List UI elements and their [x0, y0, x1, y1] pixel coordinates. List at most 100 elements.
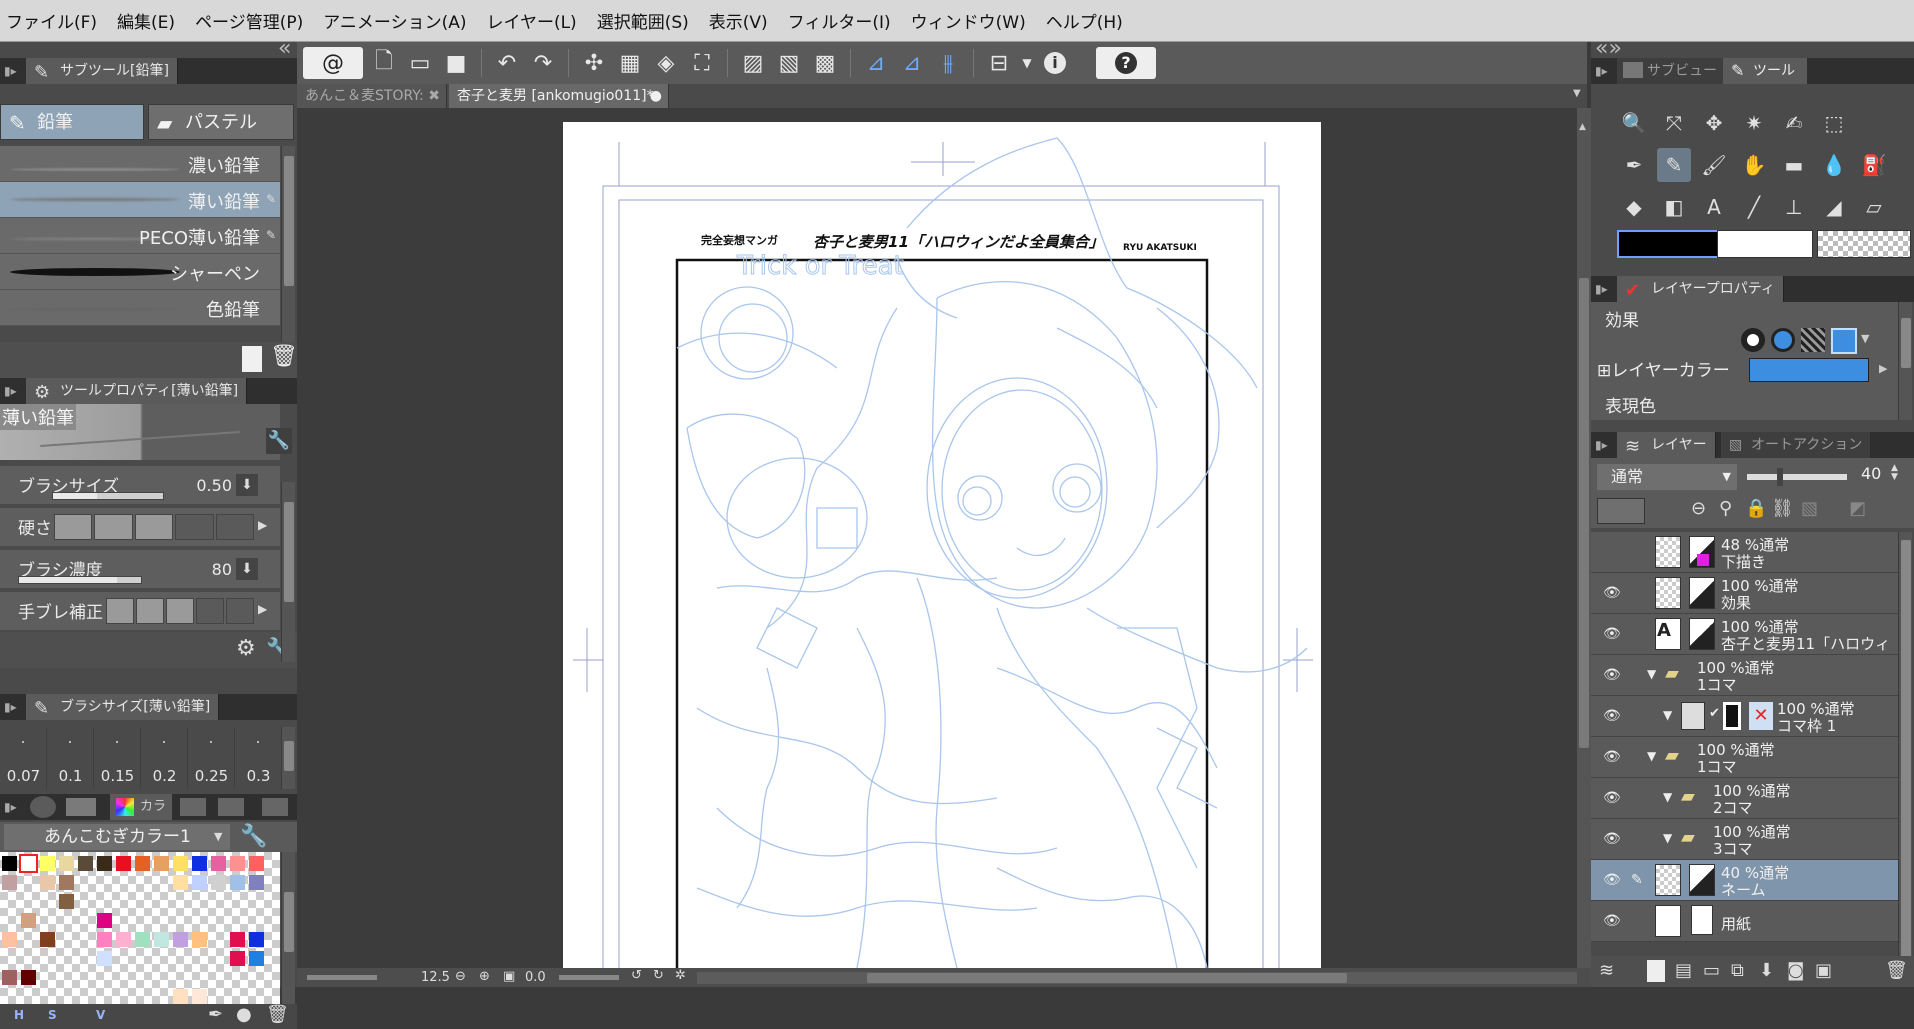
color-swatch[interactable] — [249, 932, 264, 947]
subtool-tab-pencil[interactable]: ✎ 鉛筆 — [0, 104, 144, 140]
tool-property-tab[interactable]: ⚙ ツールプロパティ[薄い鉛筆] — [26, 378, 248, 404]
color-swatch[interactable] — [230, 875, 245, 890]
figure-tool-icon[interactable]: ╱ — [1737, 190, 1771, 224]
arrow-right-icon[interactable]: ▶ — [258, 602, 267, 616]
color-swatch[interactable] — [2, 932, 17, 947]
color-swatch[interactable] — [21, 970, 36, 985]
reference-icon[interactable]: ⚲ — [1719, 498, 1732, 519]
new-vector-layer-icon[interactable]: ▤ — [1675, 960, 1692, 981]
layer-row[interactable]: 👁 ▼ ▰ 100 %通常 1コマ — [1591, 737, 1898, 778]
brush-item[interactable]: シャーペン — [0, 254, 280, 290]
snap-grid-icon[interactable]: ⫵ — [933, 48, 963, 78]
document-tab-story[interactable]: あんこ＆麦STORY: ✖ — [297, 84, 447, 108]
subtool-panel-tab[interactable]: ✎ サブツール[鉛筆] — [26, 58, 178, 84]
color-swatch[interactable] — [211, 856, 226, 871]
color-swatch[interactable] — [135, 856, 150, 871]
brush-size-slider[interactable] — [52, 492, 164, 500]
transform-icon[interactable]: ⛶ — [687, 48, 717, 78]
layer-menu-icon[interactable]: ≋ — [1599, 960, 1614, 981]
eyedropper-tool-icon[interactable]: ✍ — [1777, 106, 1811, 140]
correct-line-tool-icon[interactable]: ◢ — [1817, 190, 1851, 224]
color-swatch[interactable] — [21, 913, 36, 928]
color-wheel-tab-icon[interactable] — [30, 796, 56, 818]
color-set-name[interactable]: あんこむぎカラー1 — [4, 824, 230, 850]
color-swatch[interactable] — [40, 932, 55, 947]
expand-arrow-icon[interactable]: ▼ — [1647, 749, 1656, 763]
layer-color-label[interactable]: ⊞レイヤーカラー — [1597, 356, 1730, 381]
menu-item[interactable]: ページ管理(P) — [195, 8, 303, 33]
eye-icon[interactable]: 👁 — [1603, 749, 1621, 765]
move-tool-icon[interactable]: ✥ — [1697, 106, 1731, 140]
deselect-icon[interactable]: ▨ — [738, 48, 768, 78]
pen-tool-icon[interactable]: ✒ — [1617, 148, 1651, 182]
color-swatch[interactable] — [173, 989, 188, 1004]
opacity-value[interactable]: 40 — [1861, 464, 1881, 483]
new-subtool-icon[interactable] — [242, 346, 262, 372]
help-button[interactable]: ? — [1096, 47, 1156, 79]
brush-size-preset[interactable]: 0.2 — [141, 727, 188, 789]
color-history-tab-icon[interactable] — [262, 798, 288, 816]
new-folder-icon[interactable]: ▭ — [1703, 960, 1720, 981]
menu-item[interactable]: 編集(E) — [117, 8, 175, 33]
extract-line-icon[interactable] — [1771, 328, 1795, 352]
intermediate-color-tab-icon[interactable] — [180, 798, 206, 816]
layer-list-scrollbar[interactable] — [1898, 532, 1912, 978]
brush-size-preset[interactable]: 0.1 — [47, 727, 94, 789]
color-swatch[interactable] — [2, 970, 17, 985]
mask-icon[interactable]: ▧ — [1801, 498, 1818, 519]
crop-icon[interactable]: ▦ — [615, 48, 645, 78]
brush-size-row[interactable]: ブラシサイズ 0.50 ▲▼ ⬇ — [0, 466, 280, 504]
layer-row[interactable]: 👁 ▼ ▰ 100 %通常 1コマ — [1591, 655, 1898, 696]
brush-tool-icon[interactable]: 🖌 — [1697, 148, 1731, 182]
spin-icon[interactable]: ▲▼ — [1891, 464, 1898, 482]
density-value[interactable]: 80 — [212, 560, 232, 579]
layer-property-scrollbar[interactable] — [1898, 302, 1912, 420]
rotation-slider[interactable] — [559, 975, 619, 980]
brush-item[interactable]: 薄い鉛筆 ✎ — [0, 182, 280, 218]
stabilizer-row[interactable]: 手ブレ補正 ▶ — [0, 592, 280, 630]
wrench-icon[interactable]: 🔧 — [266, 428, 292, 454]
canvas-svg[interactable]: 完全妄想マンガ 杏子と麦男11「ハロウィンだよ全員集合」 RYU AKATSUK… — [297, 108, 1577, 968]
add-color-icon[interactable]: ● — [236, 1004, 252, 1025]
color-swatch[interactable] — [2, 875, 17, 890]
rotation-value[interactable]: 0.0 — [525, 970, 546, 985]
fill-icon[interactable]: ◈ — [651, 48, 681, 78]
color-swatch[interactable] — [173, 932, 188, 947]
tool-tab[interactable]: ✎ ツール — [1723, 58, 1807, 84]
color-swatch[interactable] — [116, 856, 131, 871]
tool-property-scrollbar[interactable] — [281, 482, 295, 662]
lock-icon[interactable]: 🔒 — [1745, 498, 1767, 519]
scrollbar-thumb[interactable] — [1579, 278, 1589, 748]
frame-tool-icon[interactable]: ▱ — [1857, 190, 1891, 224]
brush-item[interactable]: PECO薄い鉛筆 ✎ — [0, 218, 280, 254]
close-icon[interactable]: ✖ — [428, 84, 440, 108]
layer-row[interactable]: 👁 用紙 — [1591, 901, 1898, 942]
arrow-right-icon[interactable]: ▶ — [258, 518, 267, 532]
brush-size-preset[interactable]: 0.07 — [0, 727, 47, 789]
eye-icon[interactable]: 👁 — [1603, 872, 1621, 888]
layer-property-tab[interactable]: ✔ レイヤープロパティ — [1617, 276, 1784, 302]
brush-item[interactable]: 色鉛筆 — [0, 290, 280, 326]
trash-icon[interactable]: 🗑 — [1885, 960, 1908, 981]
airbrush-tool-icon[interactable]: ✋ — [1737, 148, 1771, 182]
border-effect-icon[interactable] — [1741, 328, 1765, 352]
color-swatch[interactable] — [192, 932, 207, 947]
color-grid-scrollbar[interactable] — [281, 852, 295, 1004]
brush-size-preset[interactable]: 0.15 — [94, 727, 141, 789]
brush-size-preset[interactable]: 0.25 — [188, 727, 235, 789]
color-swatch[interactable] — [192, 856, 207, 871]
dropdown-arrow-icon[interactable]: ▼ — [1861, 332, 1869, 345]
color-swatch[interactable] — [97, 913, 112, 928]
color-swatch[interactable] — [59, 894, 74, 909]
color-swatch[interactable] — [78, 856, 93, 871]
eyedropper-icon[interactable]: ✒ — [208, 1004, 223, 1025]
layer-row[interactable]: 👁 ✎ 40 %通常 ネーム — [1591, 860, 1898, 901]
color-swatch[interactable] — [230, 856, 245, 871]
sub-color-swatch[interactable] — [1717, 230, 1813, 258]
redo-icon[interactable]: ↷ — [528, 48, 558, 78]
new-raster-layer-icon[interactable] — [1647, 960, 1665, 982]
density-row[interactable]: ブラシ濃度 80 ▲▼ ⬇ — [0, 550, 280, 588]
decoration-tool-icon[interactable]: ▬ — [1777, 148, 1811, 182]
rotate-left-icon[interactable]: ↺ — [631, 968, 642, 983]
scrollbar-thumb[interactable] — [867, 973, 1347, 983]
